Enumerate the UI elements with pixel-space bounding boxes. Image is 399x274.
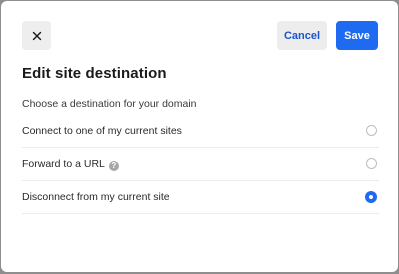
option-forward-url[interactable]: Forward to a URL?	[22, 148, 379, 181]
dialog-subtitle: Choose a destination for your domain	[22, 98, 197, 110]
cancel-button[interactable]: Cancel	[277, 21, 327, 50]
close-icon	[32, 31, 41, 40]
edit-site-destination-dialog: Cancel Save Edit site destination Choose…	[1, 1, 398, 272]
save-button[interactable]: Save	[336, 21, 378, 50]
dialog-title: Edit site destination	[22, 65, 167, 82]
close-button[interactable]	[22, 21, 51, 50]
radio-connect-current-site[interactable]	[366, 125, 377, 136]
option-label: Forward to a URL	[22, 158, 105, 170]
option-label: Connect to one of my current sites	[22, 125, 182, 137]
question-icon[interactable]: ?	[108, 161, 119, 171]
option-label: Disconnect from my current site	[22, 191, 170, 203]
option-label-wrapper: Forward to a URL?	[22, 158, 119, 171]
radio-forward-url[interactable]	[366, 158, 377, 169]
option-connect-current-site[interactable]: Connect to one of my current sites	[22, 115, 379, 148]
option-disconnect-site[interactable]: Disconnect from my current site	[22, 181, 379, 214]
radio-disconnect-site[interactable]	[365, 191, 377, 203]
